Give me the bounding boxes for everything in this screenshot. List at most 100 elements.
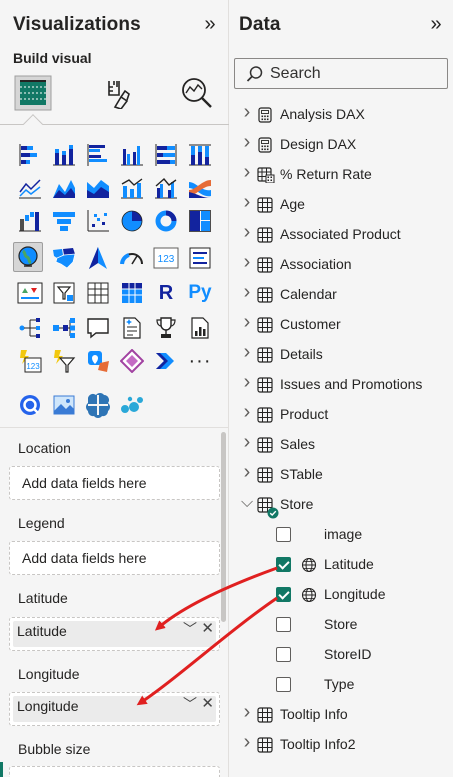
field-row-storeid[interactable]: StoreID [229,642,453,668]
table-row-sales[interactable]: › Sales [229,431,453,458]
funnel-chart-icon[interactable] [49,206,79,236]
field-row-latitude[interactable]: Latitude [229,552,453,578]
analytics-tab[interactable] [177,74,217,112]
table-row-association[interactable]: › Association [229,251,453,278]
custom-visual-4-icon[interactable] [117,390,147,420]
chevron-right-icon[interactable]: › [241,311,253,334]
qa-visual-icon[interactable] [83,313,113,343]
stacked-bar-chart-icon[interactable] [15,140,45,170]
table-visual-icon[interactable] [83,278,113,308]
chevron-right-icon[interactable]: › [241,131,253,154]
custom-visual-2-icon[interactable] [49,390,79,420]
custom-visual-3-icon[interactable] [83,390,113,420]
button-slicer-icon[interactable] [49,346,79,376]
card-new-icon[interactable]: 123 [15,346,45,376]
filled-map-icon[interactable] [49,243,79,273]
field-row-type[interactable]: Type [229,672,453,698]
build-visual-tab[interactable] [13,74,53,112]
line-chart-icon[interactable] [15,173,45,203]
chevron-down-icon[interactable]: ⌵ [241,494,253,512]
power-automate-icon[interactable] [151,346,181,376]
smart-narrative-icon[interactable] [117,313,147,343]
table-row-details[interactable]: › Details [229,341,453,368]
remove-field-icon[interactable]: ✕ [201,694,214,712]
matrix-visual-icon[interactable] [117,278,147,308]
decomposition-tree-icon[interactable] [49,313,79,343]
field-checkbox[interactable] [276,557,291,572]
arcgis-maps-icon[interactable] [83,346,113,376]
chevron-right-icon[interactable]: › [241,161,253,184]
slicer-visual-icon[interactable] [49,278,79,308]
map-visual-icon[interactable] [13,242,43,272]
wells-scrollbar-thumb[interactable] [221,432,226,622]
collapse-visualizations-button[interactable]: » [199,14,221,36]
power-apps-icon[interactable] [117,346,147,376]
chevron-right-icon[interactable]: › [241,101,253,124]
100-stacked-bar-chart-icon[interactable] [151,140,181,170]
field-row-store[interactable]: Store [229,612,453,638]
table-row-store[interactable]: ⌵ Store [229,492,453,519]
key-influencers-icon[interactable] [15,313,45,343]
table-row-design-dax[interactable]: › Design DAX [229,131,453,158]
table-row-issues-and-promotions[interactable]: › Issues and Promotions [229,371,453,398]
treemap-chart-icon[interactable] [185,206,215,236]
table-row-tooltip-info2[interactable]: › Tooltip Info2 [229,731,453,758]
table-row-tooltip-info[interactable]: › Tooltip Info [229,701,453,728]
field-row-image[interactable]: image [229,522,453,548]
table-row-customer[interactable]: › Customer [229,311,453,338]
stacked-column-chart-icon[interactable] [49,140,79,170]
r-script-visual-icon[interactable]: R [151,278,181,308]
chevron-right-icon[interactable]: › [241,341,253,364]
field-checkbox[interactable] [276,647,291,662]
field-checkbox[interactable] [276,677,291,692]
multi-row-card-icon[interactable] [185,243,215,273]
chevron-right-icon[interactable]: › [241,461,253,484]
clustered-bar-chart-icon[interactable] [83,140,113,170]
chevron-down-icon[interactable]: ﹀ [183,694,197,714]
chevron-right-icon[interactable]: › [241,401,253,424]
custom-visual-1-icon[interactable] [15,390,45,420]
format-visual-tab[interactable] [98,74,138,112]
table-row-return-rate[interactable]: › % Return Rate [229,161,453,188]
chevron-right-icon[interactable]: › [241,701,253,724]
chevron-right-icon[interactable]: › [241,191,253,214]
latitude-field-pill[interactable]: Latitude ﹀ ✕ [9,617,220,651]
search-input[interactable]: Search [234,58,448,89]
field-checkbox[interactable] [276,587,291,602]
pie-chart-icon[interactable] [117,206,147,236]
100-stacked-column-chart-icon[interactable] [185,140,215,170]
table-row-age[interactable]: › Age [229,191,453,218]
stacked-area-chart-icon[interactable] [83,173,113,203]
table-row-product[interactable]: › Product [229,401,453,428]
remove-field-icon[interactable]: ✕ [201,619,214,637]
chevron-right-icon[interactable]: › [241,221,253,244]
field-row-longitude[interactable]: Longitude [229,582,453,608]
collapse-data-button[interactable]: » [425,14,447,36]
line-and-clustered-column-chart-icon[interactable] [151,173,181,203]
longitude-field-pill[interactable]: Longitude ﹀ ✕ [9,692,220,726]
ribbon-chart-icon[interactable] [185,173,215,203]
chevron-down-icon[interactable]: ﹀ [183,619,197,639]
table-row-analysis-dax[interactable]: › Analysis DAX [229,101,453,128]
line-and-stacked-column-chart-icon[interactable] [117,173,147,203]
chevron-right-icon[interactable]: › [241,431,253,454]
azure-map-icon[interactable] [83,243,113,273]
donut-chart-icon[interactable] [151,206,181,236]
location-drop-zone[interactable]: Add data fields here [9,466,220,500]
python-visual-icon[interactable]: Py [185,278,215,308]
waterfall-chart-icon[interactable] [15,206,45,236]
paginated-report-icon[interactable] [185,313,215,343]
area-chart-icon[interactable] [49,173,79,203]
chevron-right-icon[interactable]: › [241,731,253,754]
chevron-right-icon[interactable]: › [241,371,253,394]
more-visuals-icon[interactable]: ··· [185,346,215,376]
kpi-visual-icon[interactable] [15,278,45,308]
gauge-chart-icon[interactable] [117,243,147,273]
legend-drop-zone[interactable]: Add data fields here [9,541,220,575]
chevron-right-icon[interactable]: › [241,281,253,304]
chevron-right-icon[interactable]: › [241,251,253,274]
scatter-chart-icon[interactable] [83,206,113,236]
bubble-size-drop-zone[interactable] [9,766,220,777]
clustered-column-chart-icon[interactable] [117,140,147,170]
goals-trophy-icon[interactable] [151,313,181,343]
